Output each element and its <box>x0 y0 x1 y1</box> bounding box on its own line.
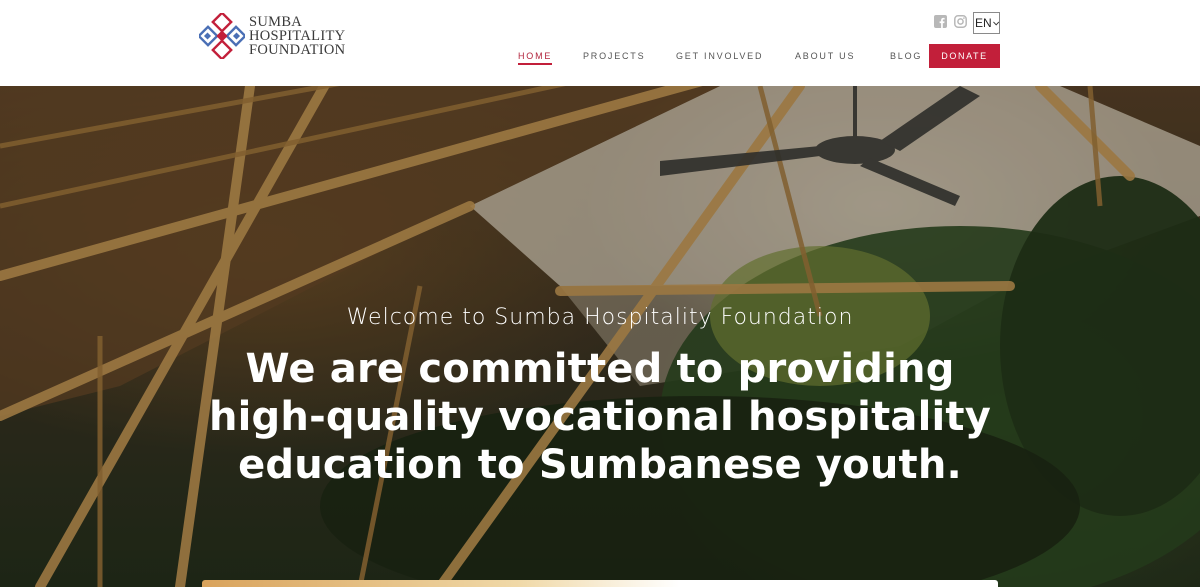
instagram-icon[interactable] <box>954 15 967 28</box>
hero-welcome-text: Welcome to Sumba Hospitality Foundation <box>346 305 854 330</box>
facebook-icon[interactable] <box>934 15 947 28</box>
nav-label: HOME <box>518 51 553 61</box>
main-nav: HOME PROJECTS GET INVOLVED ABOUT US BLOG <box>0 44 1200 68</box>
donate-button[interactable]: DONATE <box>929 44 1000 68</box>
hero-overlay <box>0 86 1200 587</box>
nav-label: ABOUT US <box>795 51 856 61</box>
nav-item-get-involved[interactable]: GET INVOLVED <box>676 44 763 68</box>
social-links <box>934 15 967 28</box>
chevron-down-icon <box>992 21 999 26</box>
logo-line-2: HOSPITALITY <box>249 28 346 44</box>
hero-section: Welcome to Sumba Hospitality Foundation … <box>0 86 1200 587</box>
content-card-peek <box>202 580 998 587</box>
logo-line-1: SUMBA <box>249 14 303 30</box>
nav-label: PROJECTS <box>583 51 646 61</box>
nav-label: BLOG <box>890 51 923 61</box>
nav-item-projects[interactable]: PROJECTS <box>583 44 645 68</box>
site-header: SUMBA HOSPITALITY FOUNDATION EN HOME PRO… <box>0 0 1200 86</box>
nav-item-home[interactable]: HOME <box>518 44 553 68</box>
nav-label: GET INVOLVED <box>676 51 764 61</box>
nav-item-about-us[interactable]: ABOUT US <box>795 44 855 68</box>
hero-headline: We are committed to providing high-quali… <box>208 346 992 488</box>
language-value: EN <box>975 16 992 30</box>
nav-item-blog[interactable]: BLOG <box>890 44 922 68</box>
language-select[interactable]: EN <box>973 12 1000 34</box>
active-underline <box>518 63 553 65</box>
